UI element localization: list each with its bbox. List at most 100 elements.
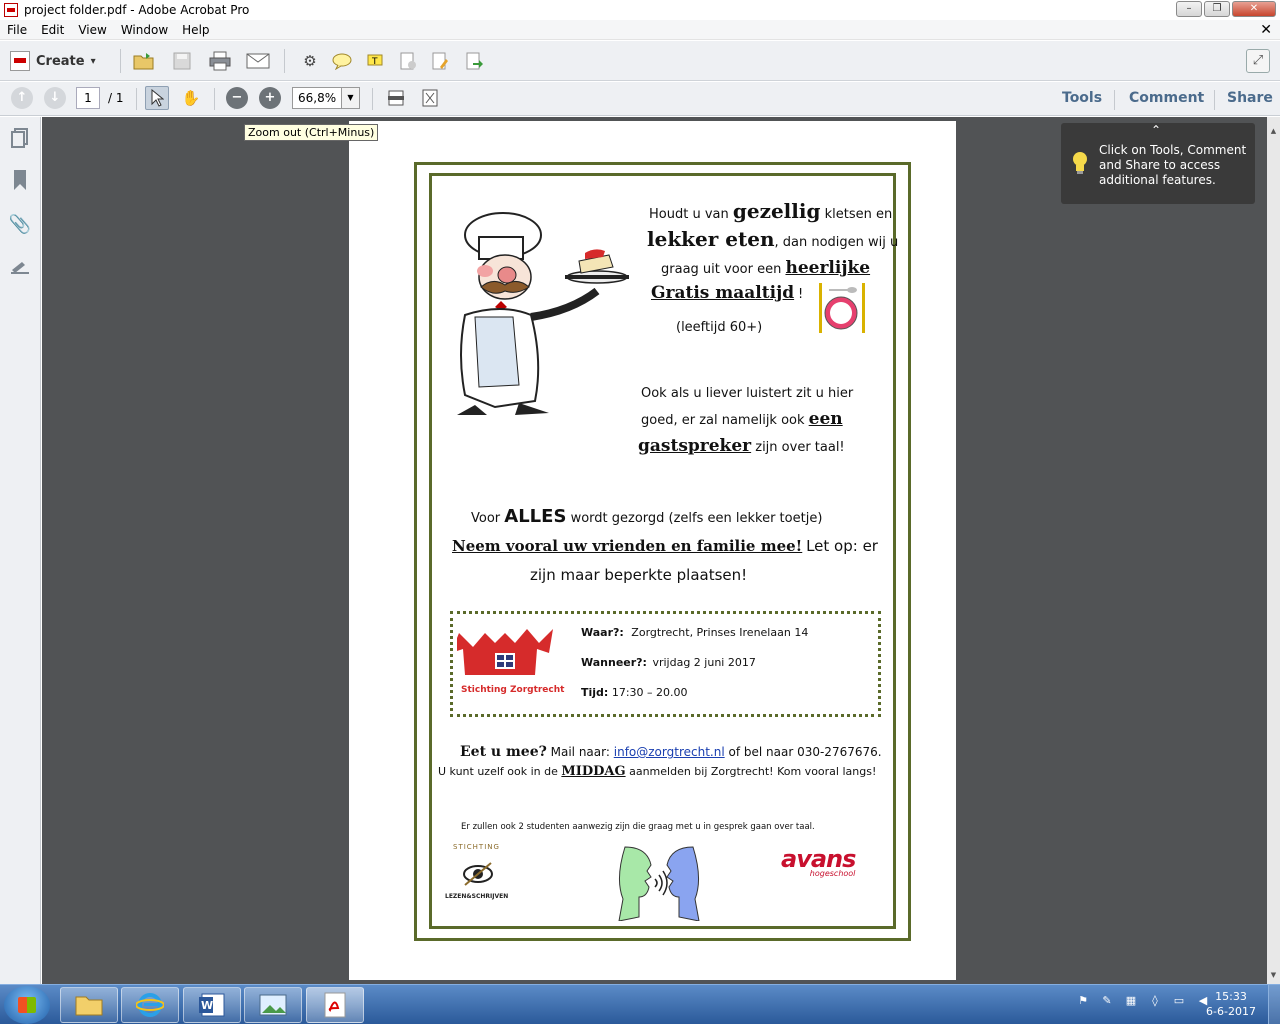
word-icon[interactable]: W xyxy=(183,987,241,1023)
email-icon[interactable] xyxy=(246,49,270,73)
zorgtrecht-logo xyxy=(457,629,553,675)
waar-label: Waar?: xyxy=(581,626,624,639)
create-label: Create xyxy=(36,53,85,69)
close-button[interactable]: ✕ xyxy=(1232,1,1276,17)
network-tray-icon[interactable]: ▭ xyxy=(1171,993,1187,1009)
taskbar-clock[interactable]: 15:33 6-6-2017 xyxy=(1200,989,1262,1019)
flyer-contact-text: of bel naar 030-2767676. xyxy=(728,745,882,759)
page-number-input[interactable]: 1 xyxy=(76,87,100,109)
document-close-icon[interactable]: ✕ xyxy=(1260,22,1272,38)
update-tray-icon[interactable]: ▦ xyxy=(1123,993,1139,1009)
open-folder-icon[interactable] xyxy=(132,49,156,73)
collapse-chevron-icon[interactable]: ⌃ xyxy=(1151,123,1161,137)
flyer-alles: ALLES xyxy=(504,506,567,527)
zorgtrecht-logo-label: Stichting Zorgtrecht xyxy=(461,685,565,695)
zoom-level-select[interactable]: 66,8% ▼ xyxy=(292,87,360,109)
expand-icon[interactable]: ⤢ xyxy=(1246,49,1270,73)
title-bar: project folder.pdf - Adobe Acrobat Pro –… xyxy=(0,0,1280,20)
highlight-text-icon[interactable]: T xyxy=(364,49,388,73)
gear-icon[interactable]: ⚙ xyxy=(298,49,322,73)
navigation-toolbar: ↑ ↓ 1 / 1 ✋ − + 66,8% ▼ Tools Comment Sh… xyxy=(0,82,1280,116)
flyer-middag: MIDDAG xyxy=(561,764,626,779)
explorer-folder-icon[interactable] xyxy=(60,987,118,1023)
flyer-middag-text: aanmelden bij Zorgtrecht! Kom vooral lan… xyxy=(629,765,877,778)
fit-page-icon[interactable] xyxy=(384,86,408,110)
menu-file[interactable]: File xyxy=(0,23,34,37)
zoom-out-icon[interactable]: − xyxy=(226,87,248,109)
acrobat-taskbar-icon[interactable] xyxy=(306,987,364,1023)
hand-tool-icon[interactable]: ✋ xyxy=(179,86,203,110)
vertical-scrollbar[interactable]: ▲ ▼ xyxy=(1267,117,1280,984)
signature-icon[interactable] xyxy=(9,257,31,279)
show-desktop-button[interactable] xyxy=(1268,985,1280,1024)
maximize-button[interactable]: ❐ xyxy=(1204,1,1230,17)
flyer-alles-text: Voor xyxy=(471,511,501,526)
chevron-down-icon: ▾ xyxy=(90,55,96,67)
flyer-speaker-line: zijn over taal! xyxy=(755,440,845,455)
zoom-level-value: 66,8% xyxy=(298,91,337,105)
zoom-out-tooltip: Zoom out (Ctrl+Minus) xyxy=(244,124,379,141)
page-thumbnails-icon[interactable] xyxy=(9,127,31,149)
comment-bubble-icon[interactable] xyxy=(330,49,354,73)
comment-pane-link[interactable]: Comment xyxy=(1129,90,1204,106)
lezen-schrijven-top: STICHTING xyxy=(453,843,500,851)
next-page-icon[interactable]: ↓ xyxy=(44,87,66,109)
flyer-alles-text: wordt gezorgd (zelfs een lekker toetje) xyxy=(570,511,823,526)
zoom-in-icon[interactable]: + xyxy=(259,87,281,109)
flyer-contact-text: Mail naar: xyxy=(550,745,610,759)
lightbulb-icon xyxy=(1073,152,1087,174)
scroll-up-icon[interactable]: ▲ xyxy=(1267,125,1280,138)
image-viewer-icon[interactable] xyxy=(244,987,302,1023)
window-title: project folder.pdf - Adobe Acrobat Pro xyxy=(24,3,250,17)
flyer-heerlijke: heerlijke xyxy=(785,258,871,278)
start-button[interactable] xyxy=(4,986,50,1024)
create-pdf-icon xyxy=(10,51,30,71)
flyer-middag-text: U kunt uzelf ook in de xyxy=(438,765,558,778)
select-tool-icon[interactable] xyxy=(145,86,169,110)
menu-edit[interactable]: Edit xyxy=(34,23,71,37)
features-hint-callout[interactable]: ⌃ Click on Tools, Comment and Share to a… xyxy=(1061,123,1255,204)
flyer-age: (leeftijd 60+) xyxy=(676,320,763,335)
avans-logo: avans hogeschool xyxy=(781,845,856,878)
menu-help[interactable]: Help xyxy=(175,23,216,37)
action-center-flag-icon[interactable]: ⚑ xyxy=(1075,993,1091,1009)
menu-window[interactable]: Window xyxy=(114,23,175,37)
chevron-down-icon[interactable]: ▼ xyxy=(341,88,359,108)
menu-view[interactable]: View xyxy=(71,23,113,37)
scroll-down-icon[interactable]: ▼ xyxy=(1267,969,1280,982)
email-link[interactable]: info@zorgtrecht.nl xyxy=(614,745,725,759)
wanneer-value: vrijdag 2 juni 2017 xyxy=(652,656,756,669)
tools-tray-icon[interactable]: ✎ xyxy=(1099,993,1115,1009)
attachment-paperclip-icon[interactable]: 📎 xyxy=(9,213,31,235)
flyer-gratis-maaltijd: Gratis maaltijd xyxy=(651,283,795,303)
print-icon[interactable] xyxy=(208,49,232,73)
bookmark-icon[interactable] xyxy=(9,169,31,191)
droplet-tray-icon[interactable]: ◊ xyxy=(1147,993,1163,1009)
lezen-schrijven-bottom: LEZEN&SCHRIJVEN xyxy=(445,893,509,900)
export-document-icon[interactable] xyxy=(462,49,486,73)
flyer-intro-text: , dan nodigen wij u xyxy=(774,235,899,250)
flyer-gezellig: gezellig xyxy=(732,199,821,223)
svg-text:T: T xyxy=(371,57,378,67)
previous-page-icon[interactable]: ↑ xyxy=(11,87,33,109)
create-button[interactable]: Create ▾ xyxy=(10,49,96,73)
lezen-schrijven-logo: STICHTING LEZEN&SCHRIJVEN xyxy=(445,841,511,907)
flyer-gastspreker: gastspreker xyxy=(638,436,752,456)
flyer-een: een xyxy=(808,409,843,429)
flyer-speaker-line: Ook als u liever luistert zit u hier xyxy=(641,386,854,401)
delete-document-icon[interactable] xyxy=(396,49,420,73)
edit-document-icon[interactable] xyxy=(428,49,452,73)
minimize-button[interactable]: – xyxy=(1176,1,1202,17)
flyer-intro-text: kletsen en xyxy=(824,207,893,222)
windows-taskbar: W ⚑ ✎ ▦ ◊ ▭ ◀ 15:33 6-6-2017 xyxy=(0,984,1280,1024)
flyer-friends: Neem vooral uw vrienden en familie mee! xyxy=(452,537,803,555)
internet-explorer-icon[interactable] xyxy=(121,987,179,1023)
flyer-students-note: Er zullen ook 2 studenten aanwezig zijn … xyxy=(461,822,815,832)
tools-pane-link[interactable]: Tools xyxy=(1062,90,1102,106)
save-icon[interactable] xyxy=(170,49,194,73)
chef-illustration xyxy=(457,212,629,415)
share-pane-link[interactable]: Share xyxy=(1227,90,1273,106)
full-screen-icon[interactable] xyxy=(418,86,442,110)
menu-bar: File Edit View Window Help ✕ xyxy=(0,20,1280,40)
features-hint-message: Click on Tools, Comment and Share to acc… xyxy=(1099,143,1247,187)
